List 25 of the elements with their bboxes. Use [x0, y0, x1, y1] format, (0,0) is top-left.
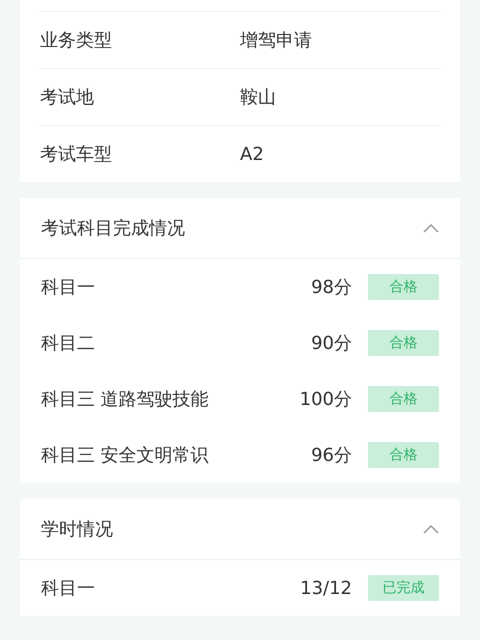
- field-value: 鞍山: [240, 86, 276, 109]
- field-value: 增驾申请: [240, 29, 312, 52]
- subject-value: 98分: [311, 276, 352, 299]
- subject-label: 科目一: [41, 577, 96, 600]
- field-label: 业务类型: [40, 29, 113, 52]
- status-tag: 合格: [368, 386, 439, 412]
- status-tag: 合格: [368, 442, 439, 468]
- subject-label: 科目二: [41, 332, 96, 355]
- subject-value: 90分: [311, 332, 352, 355]
- status-tag: 已完成: [368, 575, 439, 601]
- field-label: 考试车型: [40, 143, 113, 166]
- section-title: 学时情况: [41, 518, 113, 541]
- subject-label: 科目一: [41, 276, 96, 299]
- chevron-up-icon[interactable]: [423, 223, 439, 233]
- chevron-up-icon[interactable]: [423, 524, 439, 534]
- subject-label: 科目三 道路驾驶技能: [41, 388, 210, 411]
- status-tag: 合格: [368, 274, 439, 300]
- section-title: 考试科目完成情况: [41, 217, 185, 240]
- subject-value: 100分: [300, 388, 352, 411]
- subject-value: 96分: [311, 444, 352, 467]
- subject-value: 13/12: [300, 578, 352, 598]
- status-tag: 合格: [368, 330, 439, 356]
- field-value: A2: [240, 144, 264, 164]
- subject-label: 科目三 安全文明常识: [41, 444, 210, 467]
- field-label: 考试地: [40, 86, 95, 109]
